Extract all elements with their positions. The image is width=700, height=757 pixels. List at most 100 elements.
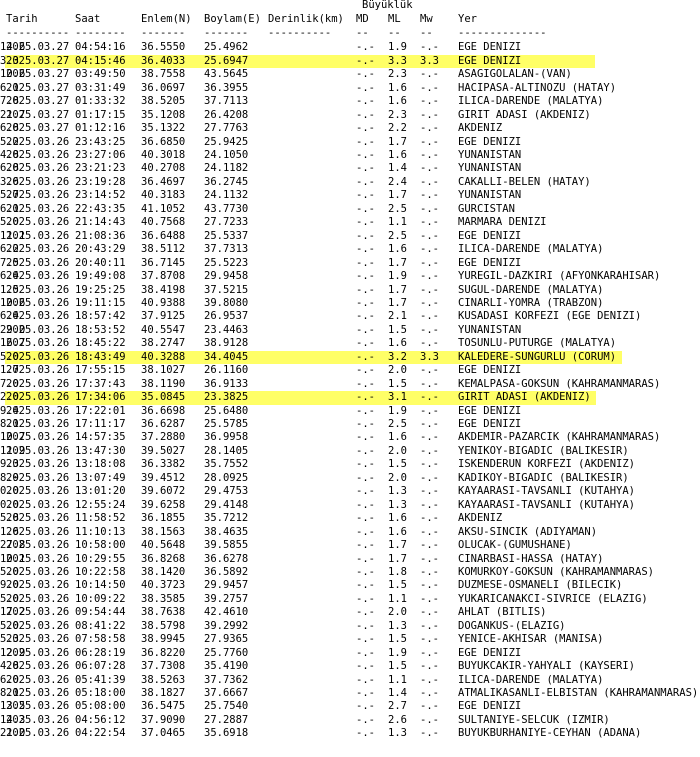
cell-time: 11:58:52 xyxy=(75,512,126,525)
table-row: 2025.03.26 17:11:17 36.6287 25.5785 8.1 -.- 2.… xyxy=(0,418,700,431)
cell-time: 17:55:15 xyxy=(75,364,126,377)
table-row: 2025.03.26 23:19:28 36.4697 36.2745 3.6 -.- 2.… xyxy=(0,176,700,189)
cell-lat: 38.1190 xyxy=(141,377,186,390)
cell-depth: 3.6 xyxy=(0,175,19,188)
cell-ml: 2.2 xyxy=(388,122,407,135)
cell-lat: 40.5648 xyxy=(141,539,186,552)
cell-lat: 40.2708 xyxy=(141,162,186,175)
cell-loc: SUGUL-DARENDE (MALATYA) xyxy=(458,283,604,296)
cell-lat: 37.7308 xyxy=(141,660,186,673)
cell-md: -.- xyxy=(356,68,375,81)
cell-lat: 37.9090 xyxy=(141,713,186,726)
cell-time: 10:14:50 xyxy=(75,579,126,592)
cell-time: 10:22:58 xyxy=(75,565,126,578)
table-row: 2025.03.26 19:49:08 37.8708 29.9458 6.4 -.- 1.… xyxy=(0,270,700,283)
table-row: 2025.03.26 19:25:25 38.4198 37.5215 1.5 -.- 1.… xyxy=(0,284,700,297)
cell-depth: 11.1 xyxy=(0,229,26,242)
table-row: 2025.03.26 06:07:28 37.7308 35.4190 4.8 -.- 1.… xyxy=(0,660,700,673)
cell-loc: BUYUKBURHANIYE-CEYHAN (ADANA) xyxy=(458,727,642,740)
table-row: 2025.03.26 10:29:55 36.8268 36.6278 10.1 -.- 1… xyxy=(0,553,700,566)
cell-lon: 29.4753 xyxy=(204,485,249,498)
table-row: 2025.03.26 14:57:35 37.2880 36.9958 10.7 -.- 1… xyxy=(0,431,700,444)
cell-lon: 36.9133 xyxy=(204,377,249,390)
table-row: 2025.03.26 13:07:49 39.4512 28.0925 8.9 -.- 2.… xyxy=(0,472,700,485)
cell-ml: 2.5 xyxy=(388,418,407,430)
magnitude-group-header: Büyüklük xyxy=(0,0,700,12)
cell-lat: 37.9125 xyxy=(141,310,186,323)
cell-lat: 36.8220 xyxy=(141,646,186,659)
cell-time: 01:17:15 xyxy=(75,108,126,121)
table-row: 2025.03.26 07:58:58 38.9945 27.9365 5.3 -.- 1.… xyxy=(0,633,700,646)
cell-lat: 36.5550 xyxy=(141,41,186,54)
cell-time: 19:11:15 xyxy=(75,296,126,309)
cell-mw: -.- xyxy=(420,189,439,202)
cell-depth: 10.7 xyxy=(0,431,26,444)
cell-md: -.- xyxy=(356,364,375,377)
cell-mw: -.- xyxy=(420,700,439,713)
cell-md: -.- xyxy=(356,323,375,336)
table-row: 2025.03.26 04:22:54 37.0465 35.6918 21.0 -.- 1… xyxy=(0,727,700,740)
cell-ml: 1.9 xyxy=(388,404,407,417)
cell-ml: 1.9 xyxy=(388,270,407,283)
cell-lon: 24.1050 xyxy=(204,149,249,161)
separator-md: -- xyxy=(356,27,369,39)
cell-md: -.- xyxy=(356,404,375,417)
cell-loc: CINARLI-YOMRA (TRABZON) xyxy=(458,296,604,309)
cell-loc: ILICA-DARENDE (MALATYA) xyxy=(458,243,604,256)
cell-md: -.- xyxy=(356,673,375,686)
cell-time: 11:10:13 xyxy=(75,525,126,538)
cell-mw: -.- xyxy=(420,270,439,283)
cell-time: 19:25:25 xyxy=(75,283,126,296)
cell-lat: 40.3183 xyxy=(141,189,186,202)
cell-mw: -.- xyxy=(420,592,439,605)
cell-lon: 35.7552 xyxy=(204,458,249,471)
cell-depth: 1.6 xyxy=(0,525,19,538)
cell-time: 23:21:23 xyxy=(75,162,126,175)
cell-loc: SULTANIYE-SELCUK (IZMIR) xyxy=(458,713,610,726)
cell-md: -.- xyxy=(356,189,375,202)
cell-lon: 26.1160 xyxy=(204,364,249,377)
col-header-time: Saat xyxy=(75,13,101,25)
cell-lat: 38.1563 xyxy=(141,525,186,538)
cell-lon: 27.2887 xyxy=(204,713,249,726)
cell-ml: 1.7 xyxy=(388,296,407,309)
cell-lon: 27.7233 xyxy=(204,216,249,229)
cell-depth: 6.4 xyxy=(0,310,19,323)
cell-md: -.- xyxy=(356,552,375,565)
cell-md: -.- xyxy=(356,41,375,54)
table-row: 2025.03.27 03:31:49 36.0697 36.3955 6.1 -.- 1.… xyxy=(0,82,700,95)
cell-depth: 6.0 xyxy=(0,673,19,686)
cell-time: 17:11:17 xyxy=(75,418,126,430)
cell-ml: 1.6 xyxy=(388,512,407,525)
table-row: 2025.03.26 17:37:43 38.1190 36.9133 7.0 -.- 1.… xyxy=(0,378,700,391)
cell-time: 10:58:00 xyxy=(75,539,126,552)
table-row: 2025.03.27 01:17:15 35.1208 26.4208 21.7 -.- 2… xyxy=(0,109,700,122)
cell-time: 18:53:52 xyxy=(75,323,126,336)
table-row: 2025.03.26 20:43:29 38.5112 37.7313 6.2 -.- 1.… xyxy=(0,243,700,256)
cell-time: 04:22:54 xyxy=(75,727,126,740)
cell-depth: 6.1 xyxy=(0,81,19,94)
cell-time: 18:45:22 xyxy=(75,337,126,350)
cell-lon: 35.6918 xyxy=(204,727,249,740)
cell-mw: -.- xyxy=(420,565,439,578)
cell-time: 23:43:25 xyxy=(75,135,126,148)
separator-time: -------- xyxy=(75,27,126,39)
cell-md: -.- xyxy=(356,350,375,363)
cell-mw: -.- xyxy=(420,323,439,336)
cell-time: 05:18:00 xyxy=(75,687,126,699)
cell-ml: 2.0 xyxy=(388,606,407,619)
cell-lon: 36.9958 xyxy=(204,431,249,444)
separator-lat: ------- xyxy=(141,27,186,39)
cell-time: 17:34:06 xyxy=(75,391,126,404)
cell-lat: 37.8708 xyxy=(141,270,186,283)
cell-lat: 36.4697 xyxy=(141,175,186,188)
cell-md: -.- xyxy=(356,310,375,323)
table-row: 2025.03.26 13:18:08 36.3382 35.7552 9.3 -.- 1.… xyxy=(0,458,700,471)
table-row: 2025.03.26 23:21:23 40.2708 24.1182 6.8 -.- 1.… xyxy=(0,162,700,175)
cell-lon: 25.7540 xyxy=(204,700,249,713)
cell-ml: 1.5 xyxy=(388,323,407,336)
cell-loc: GIRIT ADASI (AKDENIZ) xyxy=(458,391,591,404)
cell-md: -.- xyxy=(356,606,375,619)
cell-lon: 37.7313 xyxy=(204,243,249,256)
cell-loc: AKDEMIR-PAZARCIK (KAHRAMANMARAS) xyxy=(458,431,661,444)
